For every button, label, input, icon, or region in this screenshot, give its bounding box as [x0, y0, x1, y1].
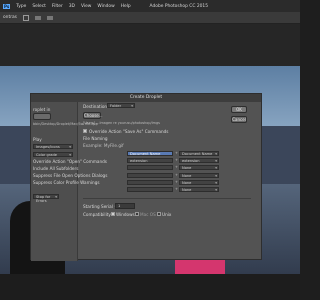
chevron-down-icon: ▾ [215, 180, 217, 185]
naming-select-value: extension [182, 159, 200, 164]
chevron-down-icon: ▾ [69, 153, 71, 157]
chevron-down-icon: ▾ [131, 104, 133, 108]
bottom-area [0, 274, 300, 300]
app-logo: Ps [3, 3, 11, 9]
starting-serial-label: Starting Serial #: [83, 204, 120, 209]
naming-field-left[interactable] [127, 187, 173, 192]
naming-select-value: None [182, 180, 192, 185]
naming-field-left[interactable] [127, 172, 173, 178]
example-label: Example: MyFile.gif [83, 143, 124, 148]
override-save-as-label: Override Action "Save As" Commands [89, 129, 169, 134]
divider [83, 198, 251, 199]
compat-windows-label: Windows [116, 212, 135, 217]
destination-path: [Users] ...Imagen re yourusu/photoshop/I… [83, 121, 160, 125]
set-select[interactable]: Images/Icons ▾ [33, 144, 73, 149]
tool-size-icon[interactable] [46, 15, 53, 20]
naming-field-left[interactable] [127, 165, 173, 171]
tool-mode-icon[interactable] [34, 15, 41, 20]
naming-field-left[interactable]: extension [127, 158, 173, 164]
compat-macos-checkbox[interactable] [135, 212, 139, 216]
chevron-down-icon: ▾ [215, 188, 217, 192]
plus-icon: + [175, 187, 179, 191]
option-suppress-open-dialogs[interactable]: Suppress File Open Options Dialogs [33, 173, 107, 178]
compat-unix-checkbox[interactable] [157, 212, 161, 216]
naming-select-right[interactable]: None ▾ [179, 172, 219, 178]
naming-select-right[interactable]: None ▾ [179, 165, 219, 171]
set-value: Images/Icons [36, 145, 60, 149]
naming-select-right[interactable]: extension ▾ [179, 158, 219, 164]
menu-select[interactable]: Select [32, 4, 46, 9]
chevron-down-icon: ▾ [215, 152, 217, 156]
naming-select-value: None [182, 188, 192, 192]
override-save-as-checkbox[interactable] [83, 129, 87, 133]
destination-value: Folder [110, 104, 122, 108]
naming-select-right[interactable]: None ▾ [179, 179, 219, 185]
plus-icon: + [175, 172, 179, 177]
naming-select-value: Document Name [182, 152, 213, 156]
options-bar: ontras [0, 12, 300, 24]
compatibility-label: Compatibility: [83, 212, 112, 217]
options-label: ontras [3, 15, 17, 20]
menu-help[interactable]: Help [121, 4, 131, 9]
compat-macos-label: Mac OS [140, 212, 156, 217]
cancel-button[interactable]: Cancel [231, 116, 247, 123]
naming-field-left[interactable]: Document Name [127, 151, 173, 156]
menu-filter[interactable]: Filter [52, 4, 63, 9]
create-droplet-dialog: Create Droplet roplet in bbin/Desktop/Dr… [30, 93, 262, 261]
app-title: Adobe Photoshop CC 2015 [149, 3, 208, 9]
errors-select[interactable]: Stop for Errors ▾ [33, 194, 59, 203]
chevron-down-icon: ▾ [69, 145, 71, 149]
file-naming-label: File Naming [83, 136, 108, 141]
naming-select-value: None [182, 173, 192, 178]
dialog-title: Create Droplet [31, 94, 261, 102]
option-override-open[interactable]: Override Action "Open" Commands [33, 159, 107, 164]
naming-select-value: None [182, 166, 192, 171]
naming-select-right[interactable]: None ▾ [179, 187, 219, 192]
option-suppress-profile-warnings[interactable]: Suppress Color Profile Warnings [33, 180, 100, 185]
chevron-down-icon: ▾ [215, 166, 217, 171]
compat-unix-label: Unix [162, 212, 172, 217]
plus-icon: + [175, 151, 179, 155]
naming-field-left[interactable] [127, 179, 173, 185]
action-value: Color grade [36, 153, 57, 157]
menu-3d[interactable]: 3D [69, 4, 75, 9]
save-droplet-label: roplet in [33, 107, 51, 112]
destination-label: Destination: [83, 104, 109, 109]
plus-icon: + [175, 179, 179, 184]
left-choose-button[interactable] [33, 113, 51, 120]
plus-icon: + [175, 165, 179, 170]
starting-serial-input[interactable]: 1 [115, 203, 135, 209]
compat-windows-checkbox[interactable] [111, 212, 115, 216]
chevron-down-icon: ▾ [55, 195, 57, 199]
plus-icon: + [175, 158, 179, 163]
menu-type[interactable]: Type [16, 4, 26, 9]
menu-bar: Ps Type Select Filter 3D View Window Hel… [0, 0, 300, 12]
play-label: Play [33, 137, 42, 142]
errors-value: Stop for Errors [36, 195, 51, 203]
choose-button[interactable]: Choose... [83, 112, 103, 119]
naming-select-right[interactable]: Document Name ▾ [179, 151, 219, 156]
chevron-down-icon: ▾ [215, 173, 217, 178]
menu-view[interactable]: View [81, 4, 91, 9]
left-panel: roplet in bbin/Desktop/Droplet/Mac/Sw. f… [31, 102, 107, 261]
action-select[interactable]: Color grade ▾ [33, 152, 73, 157]
destination-select[interactable]: Folder ▾ [107, 103, 135, 108]
menu-window[interactable]: Window [97, 4, 114, 9]
ok-button[interactable]: OK [231, 106, 247, 113]
chevron-down-icon: ▾ [215, 159, 217, 164]
option-include-subfolders[interactable]: Include All Subfolders [33, 166, 78, 171]
tool-preset-icon[interactable] [22, 14, 29, 21]
